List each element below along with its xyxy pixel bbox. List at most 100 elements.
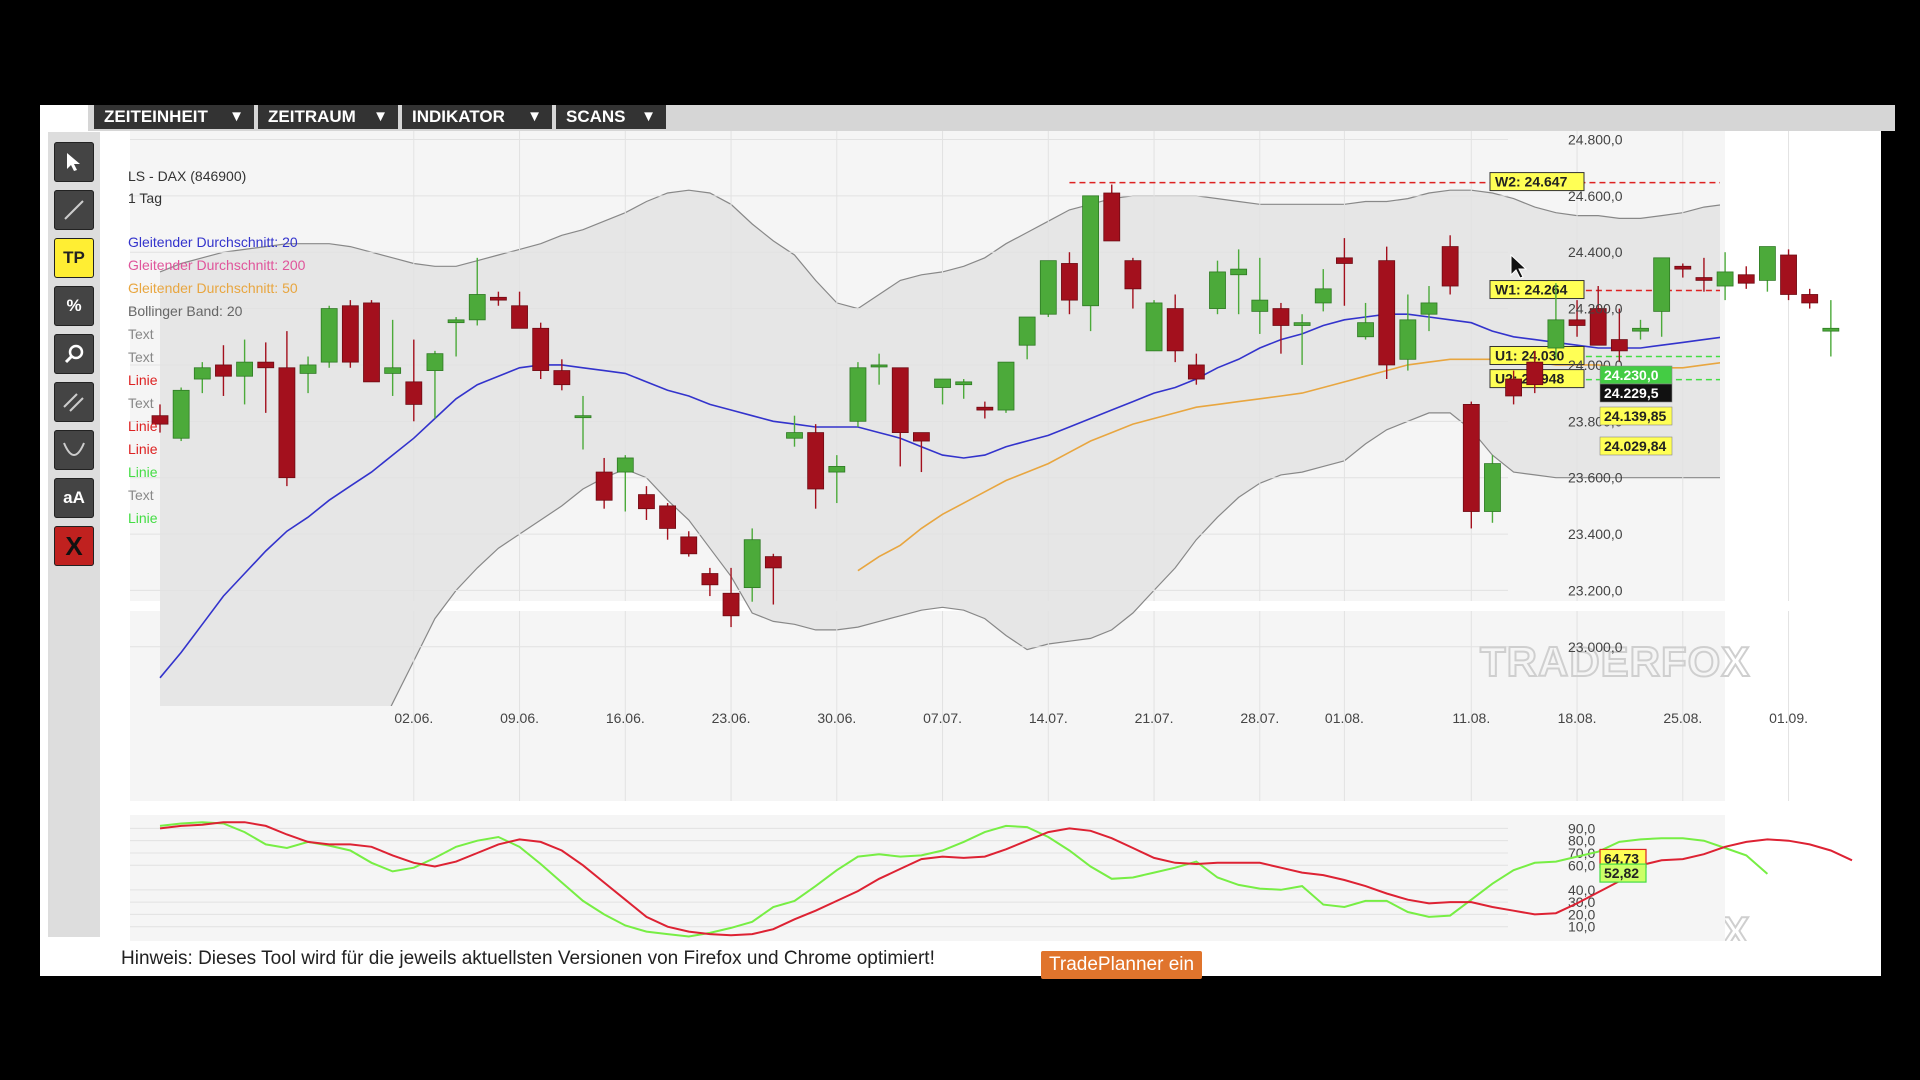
candle <box>1822 300 1840 357</box>
candle <box>1378 246 1396 380</box>
candle-body <box>215 364 232 377</box>
menu-zeiteinheit-label: ZEITEINHEIT <box>104 107 208 126</box>
y-tick-label: 23.000,0 <box>1568 639 1623 655</box>
legend-entry: Text <box>128 326 154 342</box>
candle <box>341 300 359 368</box>
candle-body <box>1568 319 1586 326</box>
candle-body <box>955 381 973 386</box>
candle-body <box>1505 378 1522 397</box>
candle-body <box>701 573 719 586</box>
candle-body <box>426 353 444 371</box>
candle-body <box>511 305 528 329</box>
x-tick-label: 11.08. <box>1452 710 1490 726</box>
zoom-tool-button[interactable] <box>54 334 94 374</box>
candle-body <box>1124 260 1142 290</box>
candle <box>1103 184 1121 242</box>
y-tick-label: 23.600,0 <box>1568 470 1623 486</box>
x-tick-label: 18.08. <box>1558 710 1597 726</box>
level-label: W1: 24.264 <box>1495 282 1568 298</box>
candle-body <box>532 327 550 371</box>
x-tick-label: 21.07. <box>1135 710 1174 726</box>
candle-body <box>384 367 402 374</box>
price-label: 24.230,0 <box>1604 367 1659 383</box>
tp-tool-button[interactable]: TP <box>54 238 94 278</box>
x-tick-label: 16.06. <box>606 710 645 726</box>
menu-bar: ZEITEINHEIT ▼ ZEITRAUM ▼ INDIKATOR ▼ SCA… <box>88 105 1895 131</box>
legend-entry: Linie <box>128 510 158 526</box>
candle-body <box>1801 294 1819 304</box>
candle <box>532 322 550 380</box>
candle <box>1801 288 1819 309</box>
candle-body <box>1378 260 1396 366</box>
legend-entry: Text <box>128 487 154 503</box>
candle-body <box>236 361 254 377</box>
line-tool-button[interactable] <box>54 190 94 230</box>
x-tick-label: 01.08. <box>1325 710 1364 726</box>
candle <box>849 362 867 427</box>
menu-scans[interactable]: SCANS ▼ <box>556 105 666 129</box>
candle-body <box>1484 463 1501 512</box>
chart-area[interactable]: TRADERFOXTRADERFOX W2: 24.647W1: 24.264U… <box>100 131 1867 959</box>
percent-icon: % <box>66 296 82 315</box>
chevron-down-icon: ▼ <box>641 108 656 125</box>
parallel-lines-icon <box>63 393 84 412</box>
candle-body <box>1610 339 1628 352</box>
candle-body <box>891 367 909 433</box>
percent-tool-button[interactable]: % <box>54 286 94 326</box>
chart-svg[interactable]: TRADERFOXTRADERFOX W2: 24.647W1: 24.264U… <box>100 131 1867 959</box>
candle <box>320 305 338 368</box>
menu-zeitraum[interactable]: ZEITRAUM ▼ <box>258 105 398 129</box>
candle-body <box>1357 322 1374 338</box>
tradeplanner-button[interactable]: TradePlanner ein <box>1041 951 1203 979</box>
line-icon <box>64 200 84 220</box>
candle-body <box>1759 246 1776 281</box>
curve-tool-button[interactable] <box>54 430 94 470</box>
candle <box>1039 260 1057 318</box>
candle-body <box>1822 327 1840 332</box>
candle-body <box>807 432 825 490</box>
x-tick-label: 01.09. <box>1769 710 1808 726</box>
y-tick-label: 24.600,0 <box>1568 188 1623 204</box>
candle-body <box>278 367 296 479</box>
menu-zeiteinheit[interactable]: ZEITEINHEIT ▼ <box>94 105 254 129</box>
candle-body <box>786 432 803 439</box>
candle-body <box>172 389 190 439</box>
chevron-down-icon: ▼ <box>229 108 244 125</box>
candle-body <box>934 378 951 388</box>
candle-body <box>257 361 275 369</box>
legend-entry: Bollinger Band: 20 <box>128 303 243 319</box>
candle <box>1759 246 1776 292</box>
parallel-lines-tool-button[interactable] <box>54 382 94 422</box>
candle <box>172 387 190 442</box>
candle-body <box>595 471 613 501</box>
delete-tool-button[interactable]: X <box>54 526 94 566</box>
candle-body <box>363 302 380 383</box>
cursor-icon <box>67 153 80 171</box>
level-label: U1: 24.030 <box>1495 347 1564 363</box>
candle-body <box>1420 302 1438 315</box>
y-tick-label: 23.200,0 <box>1568 582 1623 598</box>
candle-body <box>193 367 211 380</box>
legend-entry: Linie <box>128 418 158 434</box>
candle-body <box>680 536 698 555</box>
oscillator-panel: 90,080,070,060,040,030,020,010,064,7352,… <box>130 815 1853 945</box>
candle-body <box>1674 265 1692 270</box>
candle-body <box>1251 299 1269 312</box>
candle-body <box>1632 327 1649 332</box>
candle-body <box>976 406 994 411</box>
footer: Hinweis: Dieses Tool wird für die jeweil… <box>100 941 1881 979</box>
candle-body <box>447 319 465 324</box>
candle-body <box>849 367 867 422</box>
candle-body <box>1082 195 1099 307</box>
candle-body <box>1695 277 1713 281</box>
pointer-tool-button[interactable] <box>54 142 94 182</box>
text-tool-button[interactable]: aA <box>54 478 94 518</box>
candle-body <box>1462 404 1480 512</box>
menu-indikator[interactable]: INDIKATOR ▼ <box>402 105 552 129</box>
osc-y-tick-label: 60,0 <box>1568 857 1595 873</box>
chevron-down-icon: ▼ <box>373 108 388 125</box>
delete-icon: X <box>65 530 83 561</box>
candle-body <box>1293 322 1311 326</box>
candle-body <box>828 466 846 473</box>
legend-entry: Linie <box>128 372 158 388</box>
